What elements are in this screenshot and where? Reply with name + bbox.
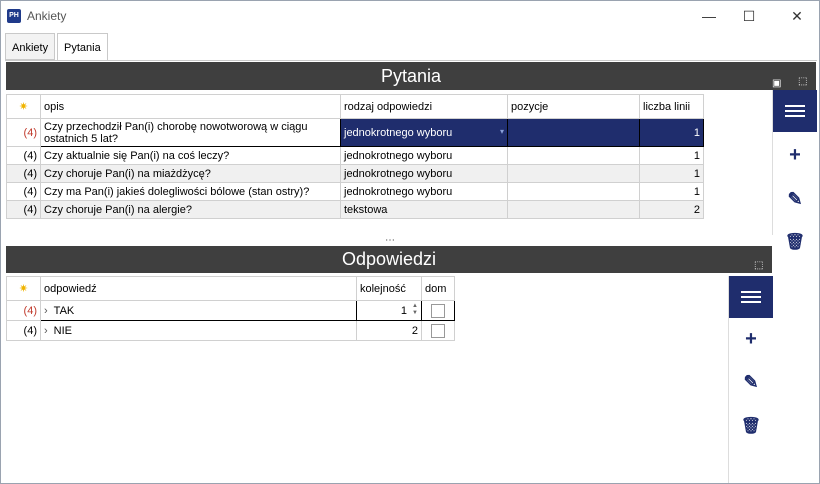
table-row[interactable]: (4) Czy przechodził Pan(i) chorobę nowot…	[6, 118, 704, 147]
opis-cell[interactable]: Czy ma Pan(i) jakieś dolegliwości bólowe…	[40, 182, 341, 201]
hamburger-line	[741, 301, 761, 303]
rodzaj-value: jednokrotnego wyboru	[344, 126, 453, 139]
liczba-cell[interactable]: 1	[639, 182, 704, 201]
pytania-header: Pytania ▣ ⬚	[6, 62, 816, 90]
menu-button[interactable]	[729, 276, 773, 318]
row-index: (4)	[6, 300, 41, 321]
hamburger-line	[785, 105, 805, 107]
table-row[interactable]: (4) Czy ma Pan(i) jakieś dolegliwości bó…	[6, 182, 704, 201]
opis-cell[interactable]: Czy choruje Pan(i) na alergie?	[40, 200, 341, 219]
pytania-title: Pytania	[380, 66, 442, 86]
rodzaj-cell[interactable]: jednokrotnego wyboru	[340, 164, 508, 183]
table-header-row: ✷ opis rodzaj odpowiedzi pozycje liczba …	[6, 94, 704, 119]
hamburger-line	[741, 296, 761, 298]
odpowiedzi-action-rail: + ✎ 🗑	[728, 276, 773, 483]
tab-pytania[interactable]: Pytania	[57, 33, 108, 61]
rodzaj-cell[interactable]: jednokrotnego wyboru	[340, 182, 508, 201]
table-header-row: ✷ odpowiedź kolejność dom	[6, 276, 455, 301]
odpowiedzi-title: Odpowiedzi	[341, 249, 437, 269]
kolejnosc-cell[interactable]: 2	[356, 320, 422, 341]
new-row-star-icon[interactable]: ✷	[6, 276, 41, 301]
app-window: PH Ankiety — ☐ ✕ Ankiety Pytania Pytania…	[0, 0, 820, 484]
table-row[interactable]: (4) Czy choruje Pan(i) na miażdżycę? jed…	[6, 164, 704, 183]
row-index: (4)	[6, 164, 41, 183]
row-index: (4)	[6, 146, 41, 165]
column-pozycje[interactable]: pozycje	[507, 94, 640, 119]
hamburger-line	[741, 291, 761, 293]
dom-cell[interactable]	[421, 320, 455, 341]
trash-icon[interactable]: 🗑	[773, 232, 817, 252]
pozycje-cell[interactable]	[507, 182, 640, 201]
row-index: (4)	[6, 182, 41, 201]
trash-icon[interactable]: 🗑	[729, 416, 773, 436]
pozycje-cell[interactable]	[507, 118, 640, 147]
edit-icon[interactable]: ✎	[773, 189, 817, 210]
minimize-button[interactable]: —	[689, 5, 729, 27]
odpowiedzi-table: ✷ odpowiedź kolejność dom (4) › TAK 1 ▲ ▼ (…	[6, 276, 455, 341]
menu-button[interactable]	[773, 90, 817, 132]
chevron-right-icon[interactable]: ›	[44, 325, 48, 337]
opis-cell[interactable]: Czy aktualnie się Pan(i) na coś leczy?	[40, 146, 341, 165]
liczba-cell[interactable]: 1	[639, 118, 704, 147]
title-bar: PH Ankiety — ☐ ✕	[1, 1, 819, 31]
rodzaj-cell[interactable]: jednokrotnego wyboru	[340, 146, 508, 165]
column-odpowiedz[interactable]: odpowiedź	[40, 276, 357, 301]
odpowiedz-cell[interactable]: › TAK	[40, 300, 357, 321]
row-index: (4)	[6, 320, 41, 341]
row-index: (4)	[6, 200, 41, 219]
kolejnosc-cell[interactable]: 1 ▲ ▼	[356, 300, 422, 321]
odpowiedz-value: TAK	[53, 304, 75, 317]
edit-icon[interactable]: ✎	[729, 372, 773, 393]
column-liczba-linii[interactable]: liczba linii	[639, 94, 704, 119]
pytania-table: ✷ opis rodzaj odpowiedzi pozycje liczba …	[6, 94, 704, 219]
hamburger-line	[785, 110, 805, 112]
pozycje-cell[interactable]	[507, 200, 640, 219]
tab-ankiety[interactable]: Ankiety	[5, 33, 56, 60]
column-opis[interactable]: opis	[40, 94, 341, 119]
opis-cell[interactable]: Czy przechodził Pan(i) chorobę nowotworo…	[40, 118, 341, 147]
dom-checkbox[interactable]	[431, 303, 445, 318]
hamburger-line	[785, 115, 805, 117]
table-row[interactable]: (4) Czy choruje Pan(i) na alergie? tekst…	[6, 200, 704, 219]
odpowiedz-cell[interactable]: › NIE	[40, 320, 357, 341]
odpowiedz-value: NIE	[53, 324, 73, 337]
dom-checkbox[interactable]	[431, 323, 445, 338]
close-button[interactable]: ✕	[777, 5, 817, 27]
kolejnosc-value: 1	[400, 304, 407, 317]
column-dom[interactable]: dom	[421, 276, 455, 301]
rodzaj-cell[interactable]: tekstowa	[340, 200, 508, 219]
liczba-cell[interactable]: 1	[639, 146, 704, 165]
dropdown-icon[interactable]: ▾	[500, 127, 504, 136]
plus-icon[interactable]: +	[729, 328, 773, 351]
opis-cell[interactable]: Czy choruje Pan(i) na miażdżycę?	[40, 164, 341, 183]
chevron-right-icon[interactable]: ›	[44, 305, 48, 317]
dom-cell[interactable]	[421, 300, 455, 321]
splitter-handle[interactable]: ⋯	[385, 235, 395, 246]
tab-divider	[5, 60, 817, 61]
table-row[interactable]: (4) › NIE 2	[6, 320, 455, 341]
pozycje-cell[interactable]	[507, 146, 640, 165]
pytania-action-rail: + ✎ 🗑	[772, 90, 817, 251]
window-title: Ankiety	[27, 9, 67, 23]
column-kolejnosc[interactable]: kolejność	[356, 276, 422, 301]
column-rodzaj[interactable]: rodzaj odpowiedzi	[340, 94, 508, 119]
plus-icon[interactable]: +	[773, 144, 817, 167]
app-logo-icon: PH	[7, 9, 21, 23]
maximize-button[interactable]: ☐	[729, 5, 769, 27]
new-row-star-icon[interactable]: ✷	[6, 94, 41, 119]
odpowiedzi-header: Odpowiedzi ⬚	[6, 246, 772, 273]
table-row[interactable]: (4) › TAK 1 ▲ ▼	[6, 300, 455, 321]
selection-icon[interactable]: ⬚	[754, 252, 763, 279]
table-row[interactable]: (4) Czy aktualnie się Pan(i) na coś lecz…	[6, 146, 704, 165]
spin-stepper-icon[interactable]: ▲ ▼	[412, 303, 418, 317]
liczba-cell[interactable]: 1	[639, 164, 704, 183]
pozycje-cell[interactable]	[507, 164, 640, 183]
rodzaj-cell[interactable]: jednokrotnego wyboru ▾	[340, 118, 508, 147]
row-index: (4)	[6, 118, 41, 147]
liczba-cell[interactable]: 2	[639, 200, 704, 219]
